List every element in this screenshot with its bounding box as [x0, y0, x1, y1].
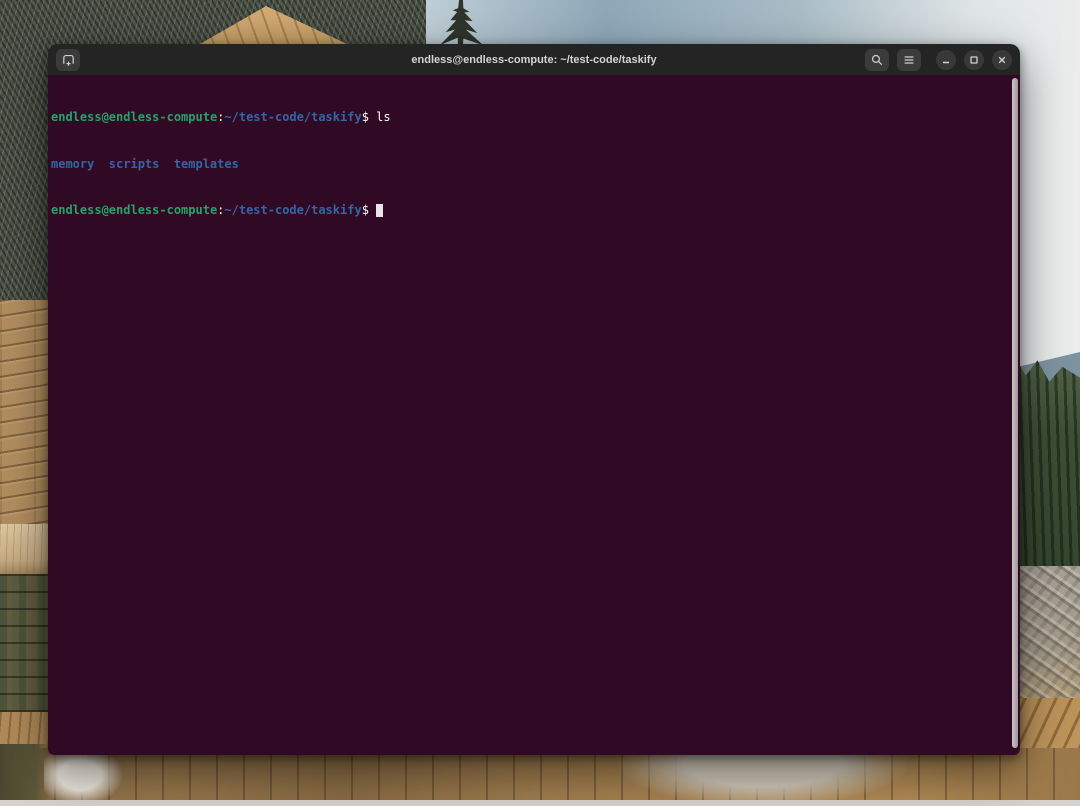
wallpaper-ground: [0, 748, 1080, 806]
new-tab-icon: [61, 52, 76, 67]
dir-entry: scripts: [109, 157, 160, 171]
maximize-button[interactable]: [964, 50, 984, 70]
dir-entry: templates: [174, 157, 239, 171]
terminal-line-output: memory scripts templates: [51, 157, 1020, 173]
terminal-line-prompt-current: endless@endless-compute:~/test-code/task…: [51, 203, 1020, 219]
wallpaper-boulder: [618, 748, 908, 806]
command-text: ls: [376, 110, 390, 124]
minimize-icon: [940, 54, 952, 66]
prompt-symbol: $: [362, 110, 369, 124]
wallpaper-white-object: [44, 750, 124, 806]
prompt-path: ~/test-code/taskify: [224, 110, 361, 124]
terminal-screen[interactable]: endless@endless-compute:~/test-code/task…: [48, 75, 1020, 755]
desktop: endless@endless-compute: ~/test-code/tas…: [0, 0, 1080, 806]
search-icon: [870, 53, 884, 67]
prompt-user: endless@endless-compute: [51, 110, 217, 124]
screen-bottom-edge: [0, 800, 1080, 806]
minimize-button[interactable]: [936, 50, 956, 70]
menu-button[interactable]: [897, 49, 921, 71]
close-icon: [996, 54, 1008, 66]
titlebar[interactable]: endless@endless-compute: ~/test-code/tas…: [48, 44, 1020, 75]
prompt-symbol: $: [362, 203, 369, 217]
prompt-user: endless@endless-compute: [51, 203, 217, 217]
menu-icon: [902, 53, 916, 67]
wallpaper-tree-silhouette: [437, 0, 485, 46]
terminal-line-prompt-ls: endless@endless-compute:~/test-code/task…: [51, 110, 1020, 126]
terminal-cursor: [376, 204, 383, 217]
new-tab-button[interactable]: [56, 49, 80, 71]
search-button[interactable]: [865, 49, 889, 71]
close-button[interactable]: [992, 50, 1012, 70]
wallpaper-foliage: [0, 744, 50, 806]
terminal-window: endless@endless-compute: ~/test-code/tas…: [48, 44, 1020, 755]
maximize-icon: [968, 54, 980, 66]
scrollbar[interactable]: [1012, 78, 1018, 748]
prompt-path: ~/test-code/taskify: [224, 203, 361, 217]
titlebar-actions: [865, 49, 1012, 71]
dir-entry: memory: [51, 157, 94, 171]
window-title: endless@endless-compute: ~/test-code/tas…: [411, 54, 656, 66]
